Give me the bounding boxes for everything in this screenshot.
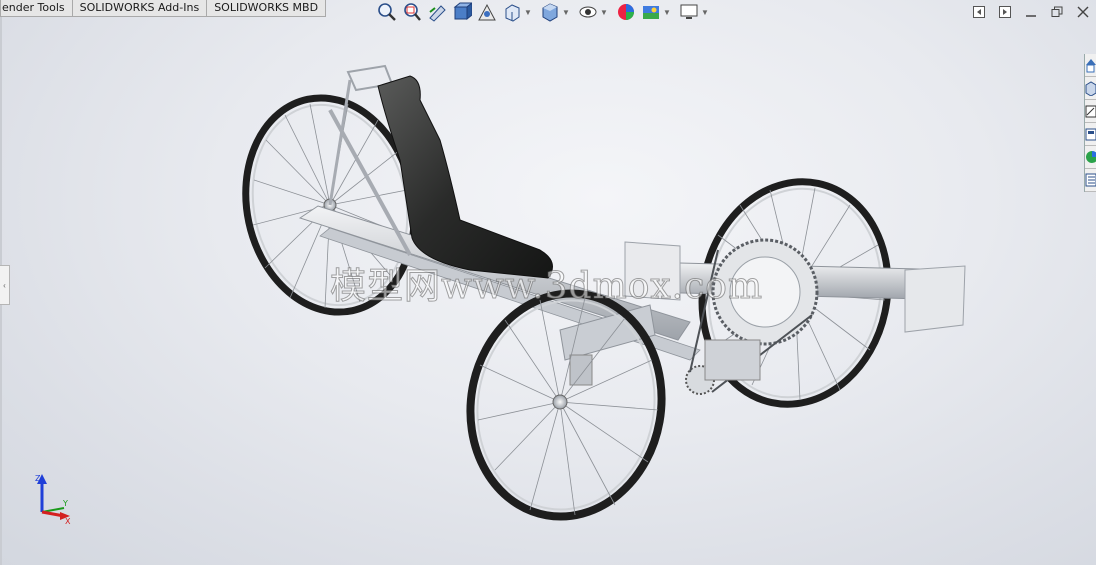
section-view-icon[interactable] [451,1,473,23]
z-axis-label: Z [35,474,41,483]
edit-appearance-icon[interactable] [615,1,637,23]
watermark-text: 模型网www.3dmox.com [329,266,764,308]
chevron-down-icon[interactable]: ▼ [662,8,672,17]
zoom-to-fit-icon[interactable] [376,1,398,23]
apply-scene-icon[interactable] [640,1,662,23]
close-icon[interactable] [1070,3,1096,21]
task-pane-tabs [1084,54,1096,192]
previous-view-icon[interactable] [426,1,448,23]
tab-solidworks-add-ins[interactable]: SOLIDWORKS Add-Ins [71,0,208,17]
chevron-down-icon[interactable]: ▼ [523,8,533,17]
custom-properties-icon[interactable] [1085,169,1096,192]
tile-right-icon[interactable] [992,3,1018,21]
view-palette-icon[interactable] [1085,123,1096,146]
zoom-to-area-icon[interactable] [401,1,423,23]
hide-show-items-icon[interactable] [577,1,599,23]
feature-manager-toggle[interactable]: ‹ [0,265,10,305]
appearances-icon[interactable] [1085,146,1096,169]
window-controls [966,3,1096,21]
heads-up-view-toolbar: ▼ ▼ ▼ ▼ ▼ [376,0,716,24]
chevron-down-icon[interactable]: ▼ [700,8,710,17]
minimize-icon[interactable] [1018,3,1044,21]
resources-home-icon[interactable] [1085,54,1096,77]
chevron-down-icon[interactable]: ▼ [599,8,609,17]
command-manager-tabs: ender Tools SOLIDWORKS Add-Ins SOLIDWORK… [0,0,327,17]
y-axis-label: Y [62,499,68,508]
tab-render-tools[interactable]: ender Tools [0,0,73,17]
display-style-icon[interactable] [539,1,561,23]
chevron-down-icon[interactable]: ▼ [561,8,571,17]
tile-left-icon[interactable] [966,3,992,21]
view-orientation-icon[interactable] [501,1,523,23]
reference-triad: Z Y X [35,474,71,526]
design-library-icon[interactable] [1085,77,1096,100]
file-explorer-icon[interactable] [1085,100,1096,123]
restore-icon[interactable] [1044,3,1070,21]
tab-solidworks-mbd[interactable]: SOLIDWORKS MBD [206,0,327,17]
dynamic-annotation-icon[interactable] [476,1,498,23]
x-axis-label: X [65,517,71,526]
view-settings-icon[interactable] [678,1,700,23]
